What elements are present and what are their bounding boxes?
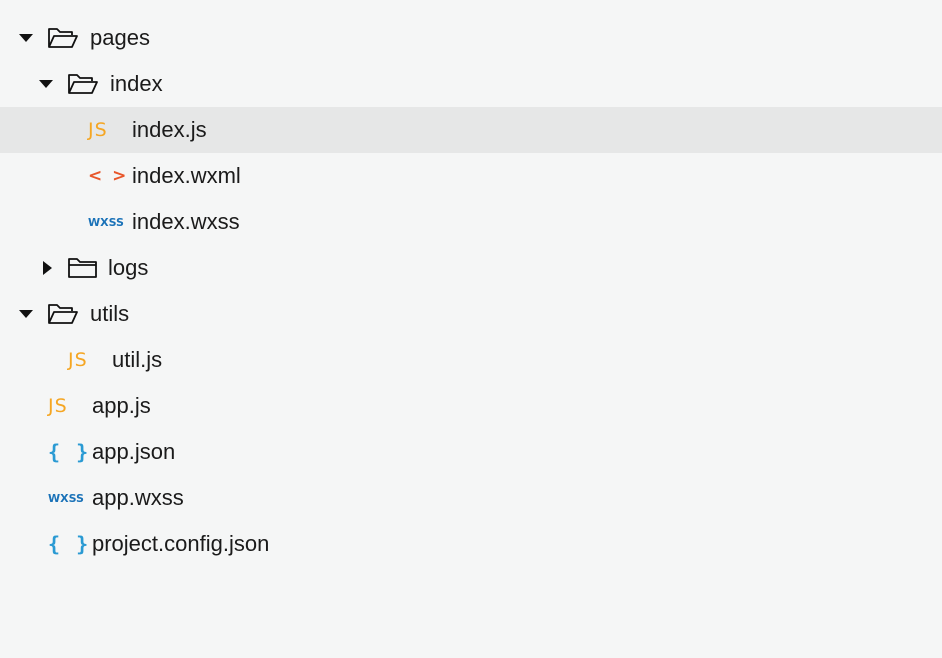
caret-right-icon[interactable] bbox=[40, 245, 60, 291]
tree-item-index[interactable]: index bbox=[0, 61, 942, 107]
folder-closed-icon bbox=[67, 245, 99, 291]
caret-down-icon[interactable] bbox=[38, 61, 58, 107]
tree-item-label: logs bbox=[108, 255, 149, 280]
tree-item-label: utils bbox=[90, 301, 130, 326]
tree-item-label: app.wxss bbox=[92, 485, 184, 510]
tree-item-app-json[interactable]: { } app.json bbox=[0, 429, 942, 475]
tree-item-label: app.js bbox=[92, 393, 151, 418]
tree-item-logs[interactable]: logs bbox=[0, 245, 942, 291]
caret-down-icon[interactable] bbox=[18, 291, 38, 337]
tree-item-label: project.config.json bbox=[92, 531, 270, 556]
folder-open-icon bbox=[47, 291, 79, 337]
tree-item-label: pages bbox=[90, 25, 150, 50]
tree-item-project-config-json[interactable]: { } project.config.json bbox=[0, 521, 942, 567]
json-file-icon: { } bbox=[48, 532, 91, 556]
tree-item-util-js[interactable]: JS util.js bbox=[0, 337, 942, 383]
wxss-file-icon: WXSS bbox=[88, 215, 124, 229]
tree-item-index-js[interactable]: JS index.js bbox=[0, 107, 942, 153]
tree-item-label: app.json bbox=[92, 439, 176, 464]
js-file-icon: JS bbox=[68, 349, 88, 371]
file-tree: pages index JS index.js < > index.wxml W… bbox=[0, 15, 942, 567]
js-file-icon: JS bbox=[88, 119, 108, 141]
tree-item-label: index bbox=[110, 71, 163, 96]
tree-item-label: index.wxml bbox=[132, 163, 241, 188]
caret-down-icon[interactable] bbox=[18, 15, 38, 61]
folder-open-icon bbox=[47, 15, 79, 61]
tree-item-pages[interactable]: pages bbox=[0, 15, 942, 61]
js-file-icon: JS bbox=[48, 395, 68, 417]
tree-item-label: index.js bbox=[132, 117, 207, 142]
tree-item-app-js[interactable]: JS app.js bbox=[0, 383, 942, 429]
json-file-icon: { } bbox=[48, 440, 91, 464]
wxss-file-icon: WXSS bbox=[48, 491, 84, 505]
tree-item-utils[interactable]: utils bbox=[0, 291, 942, 337]
tree-item-index-wxml[interactable]: < > index.wxml bbox=[0, 153, 942, 199]
folder-open-icon bbox=[67, 61, 99, 107]
tree-item-index-wxss[interactable]: WXSS index.wxss bbox=[0, 199, 942, 245]
tree-item-label: index.wxss bbox=[132, 209, 240, 234]
tree-item-label: util.js bbox=[112, 347, 163, 372]
tree-item-app-wxss[interactable]: WXSS app.wxss bbox=[0, 475, 942, 521]
wxml-file-icon: < > bbox=[88, 166, 129, 186]
